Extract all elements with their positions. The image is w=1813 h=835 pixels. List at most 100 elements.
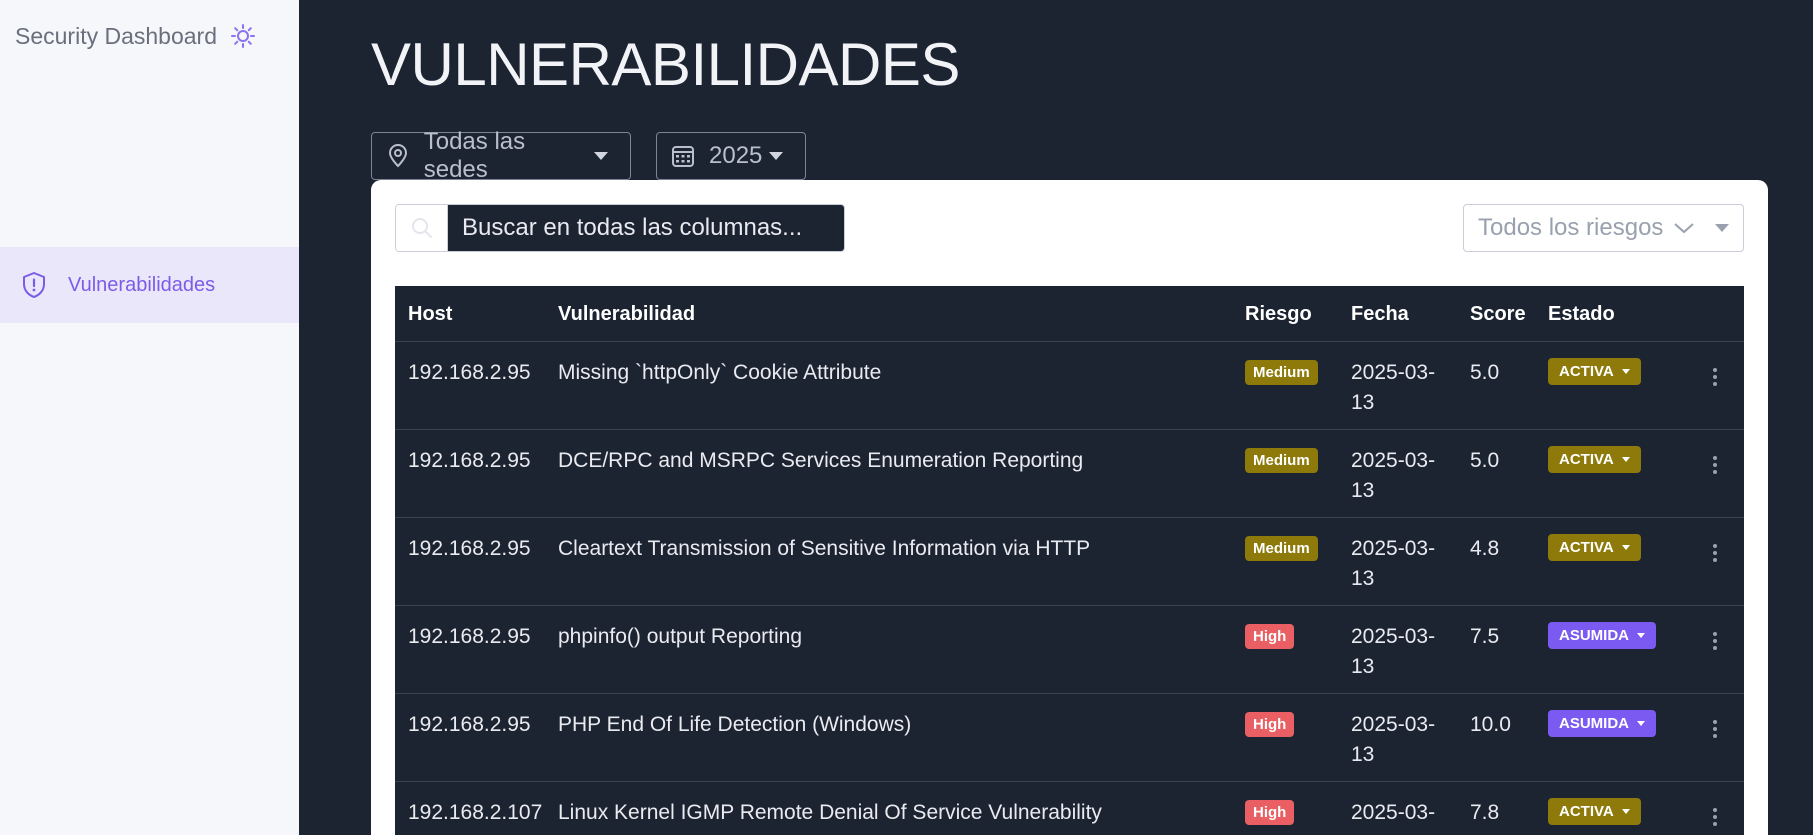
column-header-riesgo[interactable]: Riesgo [1245, 303, 1312, 326]
more-vertical-icon[interactable] [1705, 362, 1725, 392]
risk-badge: Medium [1245, 360, 1318, 385]
year-filter-dropdown[interactable]: 2025 [656, 132, 806, 180]
table-header: Host Vulnerabilidad Riesgo Fecha Score E… [395, 286, 1744, 342]
theme-toggle-sun-icon[interactable] [229, 22, 257, 50]
more-vertical-icon[interactable] [1705, 538, 1725, 568]
sidebar-item-label: Vulnerabilidades [68, 273, 216, 296]
more-vertical-icon[interactable] [1705, 626, 1725, 656]
cell-fecha: 2025-03-13 [1351, 713, 1436, 766]
cell-vulnerabilidad: Missing `httpOnly` Cookie Attribute [558, 361, 882, 384]
status-dropdown-button[interactable]: ACTIVA [1548, 446, 1641, 473]
column-header-score[interactable]: Score [1470, 303, 1526, 326]
caret-down-icon [1621, 545, 1630, 550]
site-filter-dropdown[interactable]: Todas las sedes [371, 128, 631, 183]
sidebar: Security Dashboard Vulnerabilidades [0, 0, 299, 835]
cell-estado: ACTIVA [1548, 534, 1641, 561]
table-row: 192.168.2.95 Cleartext Transmission of Se… [395, 518, 1744, 606]
cell-actions [1705, 710, 1725, 744]
search-box [395, 204, 845, 252]
cell-estado: ASUMIDA [1548, 710, 1656, 737]
status-dropdown-button[interactable]: ASUMIDA [1548, 710, 1656, 737]
caret-down-icon [1621, 457, 1630, 462]
status-label: ASUMIDA [1559, 715, 1629, 732]
cell-vulnerabilidad: Linux Kernel IGMP Remote Denial Of Servi… [558, 801, 1102, 824]
cell-host: 192.168.2.95 [408, 449, 531, 472]
risk-filter-value: Todos los riesgos [1478, 214, 1664, 241]
brand: Security Dashboard [15, 22, 257, 50]
shield-alert-icon [20, 271, 48, 299]
more-vertical-icon[interactable] [1705, 714, 1725, 744]
caret-down-icon [1637, 633, 1645, 638]
risk-badge: High [1245, 624, 1295, 649]
status-dropdown-button[interactable]: ACTIVA [1548, 798, 1641, 825]
cell-fecha: 2025-03-13 [1351, 537, 1436, 590]
column-header-estado[interactable]: Estado [1548, 303, 1615, 326]
risk-badge: High [1245, 800, 1295, 825]
map-pin-icon [386, 144, 410, 168]
sidebar-item-vulnerabilidades[interactable]: Vulnerabilidades [0, 247, 299, 323]
cell-actions [1705, 358, 1725, 392]
risk-filter-select[interactable]: Todos los riesgos [1463, 204, 1744, 252]
cell-score: 7.5 [1470, 625, 1500, 648]
cell-estado: ACTIVA [1548, 358, 1641, 385]
cell-vulnerabilidad: Cleartext Transmission of Sensitive Info… [558, 537, 1091, 560]
cell-actions [1705, 798, 1725, 832]
year-filter-value: 2025 [709, 142, 763, 169]
cell-riesgo: High [1245, 710, 1295, 737]
cell-host: 192.168.2.107 [408, 801, 543, 824]
cell-riesgo: High [1245, 798, 1295, 825]
status-dropdown-button[interactable]: ASUMIDA [1548, 622, 1656, 649]
status-dropdown-button[interactable]: ACTIVA [1548, 358, 1641, 385]
more-vertical-icon[interactable] [1705, 802, 1725, 832]
cell-host: 192.168.2.95 [408, 713, 531, 736]
caret-down-icon [1621, 809, 1630, 814]
cell-actions [1705, 534, 1725, 568]
cell-riesgo: Medium [1245, 446, 1318, 473]
table-row: 192.168.2.95 PHP End Of Life Detection (W… [395, 694, 1744, 782]
more-vertical-icon[interactable] [1705, 450, 1725, 480]
status-label: ACTIVA [1559, 363, 1614, 380]
cell-host: 192.168.2.95 [408, 537, 531, 560]
column-header-fecha[interactable]: Fecha [1351, 303, 1451, 326]
status-label: ACTIVA [1559, 539, 1614, 556]
column-header-host[interactable]: Host [408, 303, 452, 326]
caret-down-icon [1637, 721, 1645, 726]
cell-host: 192.168.2.95 [408, 625, 531, 648]
table-row: 192.168.2.95 phpinfo() output Reporting Hi… [395, 606, 1744, 694]
status-label: ACTIVA [1559, 803, 1614, 820]
cell-score: 5.0 [1470, 361, 1500, 384]
risk-badge: Medium [1245, 536, 1318, 561]
cell-actions [1705, 446, 1725, 480]
status-dropdown-button[interactable]: ACTIVA [1548, 534, 1641, 561]
cell-vulnerabilidad: DCE/RPC and MSRPC Services Enumeration R… [558, 449, 1084, 472]
site-filter-value: Todas las sedes [423, 128, 526, 183]
calendar-icon [671, 144, 695, 168]
status-label: ASUMIDA [1559, 627, 1629, 644]
risk-badge: Medium [1245, 448, 1318, 473]
caret-down-icon [1621, 369, 1630, 374]
cell-fecha: 2025-03-13 [1351, 449, 1436, 502]
chevron-down-icon [1673, 221, 1695, 235]
table-row: 192.168.2.95 Missing `httpOnly` Cookie At… [395, 342, 1744, 430]
cell-vulnerabilidad: PHP End Of Life Detection (Windows) [558, 713, 912, 736]
status-label: ACTIVA [1559, 451, 1614, 468]
search-icon [396, 205, 448, 251]
caret-down-icon [1715, 224, 1729, 232]
risk-badge: High [1245, 712, 1295, 737]
cell-riesgo: High [1245, 622, 1295, 649]
chevron-down-icon [594, 152, 608, 160]
vulnerabilities-table: Host Vulnerabilidad Riesgo Fecha Score E… [395, 286, 1744, 835]
cell-riesgo: Medium [1245, 534, 1318, 561]
cell-estado: ACTIVA [1548, 798, 1641, 825]
main-content: VULNERABILIDADES Todas las sedes 2025 Bu… [299, 0, 1813, 835]
cell-fecha: 2025-03-13 [1351, 625, 1436, 678]
cell-actions [1705, 622, 1725, 656]
table-body: 192.168.2.95 Missing `httpOnly` Cookie At… [395, 342, 1744, 835]
search-input[interactable] [448, 205, 844, 251]
brand-title: Security Dashboard [15, 22, 217, 49]
table-row: 192.168.2.107 Linux Kernel IGMP Remote De… [395, 782, 1744, 835]
cell-estado: ASUMIDA [1548, 622, 1656, 649]
cell-fecha: 2025-03-13 [1351, 361, 1436, 414]
column-header-vulnerabilidad[interactable]: Vulnerabilidad [558, 303, 695, 326]
cell-score: 10.0 [1470, 713, 1511, 736]
